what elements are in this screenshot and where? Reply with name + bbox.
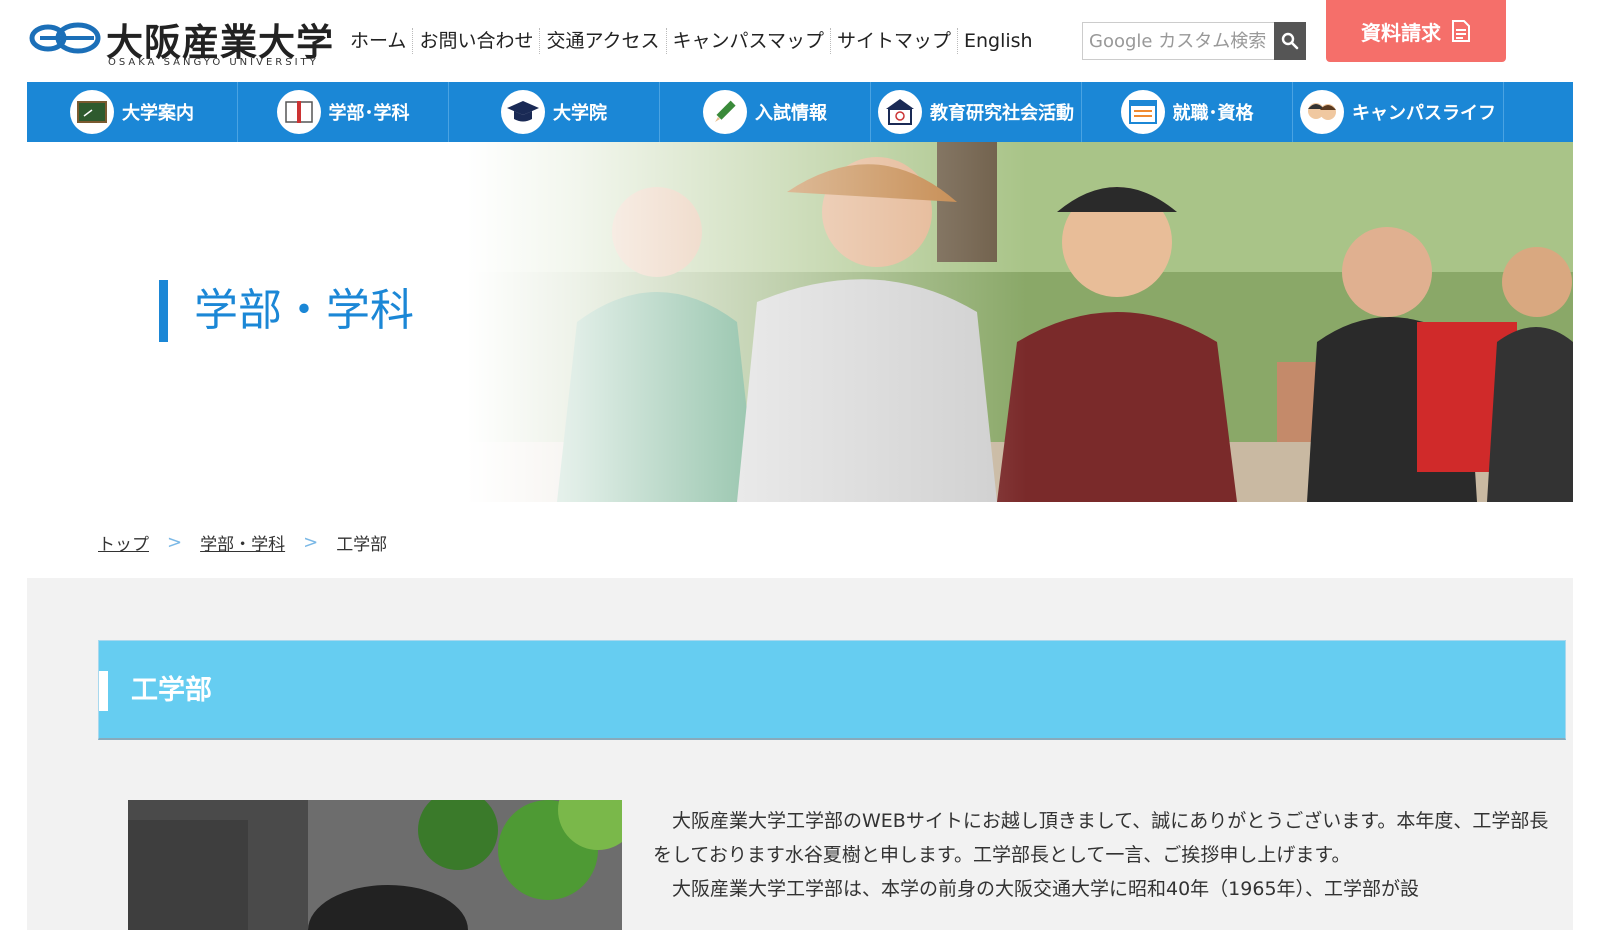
building-icon xyxy=(878,90,922,134)
graduation-cap-icon xyxy=(501,90,545,134)
breadcrumb-faculties[interactable]: 学部・学科 xyxy=(200,530,285,555)
nav-admissions[interactable]: 入試情報 xyxy=(660,82,871,142)
request-label: 資料請求 xyxy=(1361,20,1441,45)
utility-link-campus-map[interactable]: キャンパスマップ xyxy=(665,28,830,54)
site-header: 大阪産業大学 OSAKA SANGYO UNIVERSITY ホーム お問い合わ… xyxy=(0,0,1600,82)
section-header-accent xyxy=(99,671,108,711)
nav-research[interactable]: 教育研究社会活動 xyxy=(871,82,1082,142)
hero-banner: 学部・学科 xyxy=(27,142,1573,502)
utility-link-access[interactable]: 交通アクセス xyxy=(539,28,665,54)
utility-link-home[interactable]: ホーム xyxy=(350,28,412,54)
document-icon xyxy=(1120,90,1165,134)
message-paragraph: 大阪産業大学工学部は、本学の前身の大阪交通大学に昭和40年（1965年）、工学部… xyxy=(672,878,1420,900)
nav-careers[interactable]: 就職･資格 xyxy=(1082,82,1293,142)
nav-about[interactable]: 大学案内 xyxy=(27,82,238,142)
section-header: 工学部 xyxy=(98,640,1566,740)
breadcrumb-separator: > xyxy=(303,532,319,553)
utility-link-sitemap[interactable]: サイトマップ xyxy=(829,28,957,54)
utility-nav: ホーム お問い合わせ 交通アクセス キャンパスマップ サイトマップ Englis… xyxy=(350,28,1039,54)
logo-mark-icon xyxy=(29,22,101,54)
nav-campus-life[interactable]: キャンパスライフ xyxy=(1293,82,1504,142)
nav-label: キャンパスライフ xyxy=(1352,103,1496,124)
nav-label: 学部･学科 xyxy=(328,103,410,124)
students-icon xyxy=(1300,90,1344,134)
book-icon xyxy=(276,90,321,134)
section-title: 工学部 xyxy=(131,675,212,706)
nav-label: 教育研究社会活動 xyxy=(930,103,1074,124)
site-search xyxy=(1082,22,1306,60)
site-logo[interactable]: 大阪産業大学 OSAKA SANGYO UNIVERSITY xyxy=(28,12,333,70)
utility-link-english[interactable]: English xyxy=(956,28,1039,54)
nav-faculties[interactable]: 学部･学科 xyxy=(238,82,449,142)
nav-label: 入試情報 xyxy=(755,103,827,124)
search-icon xyxy=(1281,32,1299,50)
document-icon xyxy=(1452,20,1470,42)
breadcrumb-separator: > xyxy=(167,532,183,553)
message-paragraph: 大阪産業大学工学部のWEBサイトにお越し頂きまして、誠にありがとうございます。本… xyxy=(653,810,1549,866)
nav-label: 就職･資格 xyxy=(1172,103,1254,124)
nav-label: 大学案内 xyxy=(122,103,194,124)
breadcrumb-current: 工学部 xyxy=(336,535,388,555)
nav-graduate[interactable]: 大学院 xyxy=(449,82,660,142)
dean-message: 大阪産業大学工学部のWEBサイトにお越し頂きまして、誠にありがとうございます。本… xyxy=(653,804,1558,906)
breadcrumb: トップ > 学部・学科 > 工学部 xyxy=(98,530,387,555)
dean-portrait xyxy=(128,800,622,930)
request-materials-button[interactable]: 資料請求 xyxy=(1326,0,1506,62)
pencil-icon xyxy=(703,90,747,134)
search-button[interactable] xyxy=(1274,22,1306,60)
page-title: 学部・学科 xyxy=(159,280,414,342)
main-nav: 大学案内 学部･学科 大学院 入試情報 教育研究社会活動 就職･資格 キャンパス… xyxy=(27,82,1573,142)
nav-label: 大学院 xyxy=(553,103,607,124)
blackboard-icon xyxy=(70,90,114,134)
breadcrumb-top[interactable]: トップ xyxy=(98,530,149,555)
content-area: 工学部 大阪産業大学工学部のWEBサイトにお越し頂きまして、誠にありがとうござい… xyxy=(27,578,1573,930)
logo-subtitle: OSAKA SANGYO UNIVERSITY xyxy=(108,57,319,68)
utility-link-contact[interactable]: お問い合わせ xyxy=(412,28,539,54)
search-input[interactable] xyxy=(1083,23,1273,59)
